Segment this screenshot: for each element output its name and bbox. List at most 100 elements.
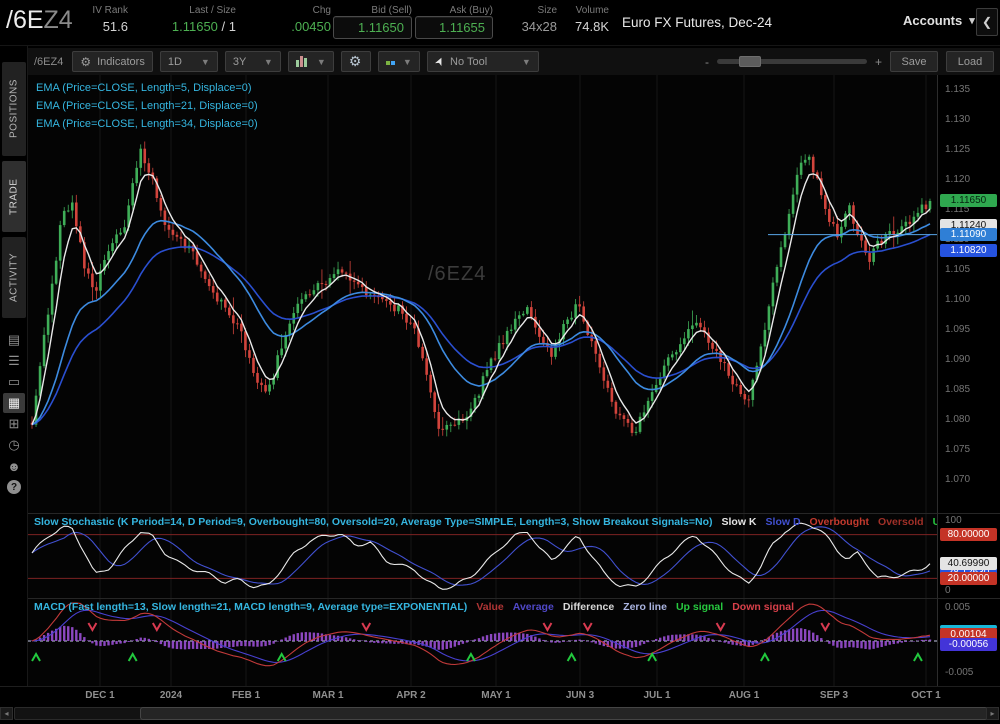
- candlestick-chart: [30, 75, 937, 513]
- price-bubble: 1.10820: [940, 244, 997, 257]
- stoch-legend-oversold: Oversold: [878, 516, 924, 528]
- size-value: 34x28: [521, 19, 557, 34]
- chg-value: .00450: [291, 19, 331, 34]
- last-qty: / 1: [221, 19, 236, 34]
- save-button[interactable]: Save: [890, 51, 938, 72]
- community-icon[interactable]: ☻: [3, 456, 25, 476]
- load-button[interactable]: Load: [946, 51, 994, 72]
- chevron-down-icon: ▼: [521, 56, 531, 67]
- timeframe-value: 1D: [167, 55, 182, 68]
- watchlist-icon[interactable]: ☰: [3, 351, 25, 371]
- up-signal-arrow: [466, 651, 476, 662]
- toolbar-symbol-label: /6EZ4: [34, 55, 64, 68]
- stochastic-axis[interactable]: 100028.1263080.0000020.0000040.69990: [937, 513, 1000, 598]
- zoom-in-button[interactable]: +: [875, 55, 882, 69]
- arrow-left-icon: ◂: [4, 709, 9, 718]
- trading-platform: /6EZ4 IV Rank 51.6 Last / Size 1.11650 /…: [0, 0, 1000, 724]
- ask-label: Ask (Buy): [449, 5, 493, 16]
- candlestick-icon: [295, 56, 307, 67]
- symbol-watermark: /6EZ4: [428, 263, 487, 285]
- last-size-label: Last / Size: [189, 5, 236, 16]
- ema-study-label-3[interactable]: EMA (Price=CLOSE, Length=34, Displace=0): [36, 115, 258, 133]
- time-axis-label: MAR 1: [312, 690, 344, 701]
- time-axis-label: APR 2: [396, 690, 426, 701]
- price-chart-panel[interactable]: EMA (Price=CLOSE, Length=5, Displace=0) E…: [28, 75, 937, 513]
- chevron-down-icon: ▾: [969, 15, 975, 27]
- sidebar-icons: ▤ ☰ ▭ ▦ ⊞ ◷ ☻?: [0, 330, 28, 497]
- scrollbar-thumb[interactable]: [140, 707, 988, 720]
- stochastic-study-label[interactable]: Slow Stochastic (K Period=14, D Period=9…: [34, 516, 713, 528]
- zoom-slider-thumb[interactable]: [738, 56, 761, 67]
- up-signal-arrow: [31, 651, 41, 662]
- chart-icon[interactable]: ▦: [3, 393, 25, 413]
- bid-label: Bid (Sell): [371, 5, 412, 16]
- ema-study-label-1[interactable]: EMA (Price=CLOSE, Length=5, Displace=0): [36, 79, 258, 97]
- chart-settings-button[interactable]: ⚙: [340, 51, 371, 72]
- sidebar-tab-activity[interactable]: ACTIVITY: [2, 237, 26, 318]
- drawing-tool-dropdown[interactable]: ➤ No Tool ▼: [426, 51, 539, 72]
- collapse-panel-button[interactable]: ❮: [976, 8, 998, 36]
- price-axis-tick: 1.100: [945, 294, 971, 305]
- quote-header: /6EZ4 IV Rank 51.6 Last / Size 1.11650 /…: [0, 0, 1000, 46]
- macd-bubble: -0.00056: [940, 638, 997, 651]
- accounts-dropdown[interactable]: Accounts ▾: [903, 13, 975, 28]
- macd-legend-zero-line: Zero line: [623, 601, 667, 613]
- chevron-down-icon: ▼: [402, 56, 412, 67]
- timeframe-dropdown[interactable]: 1D ▼: [159, 51, 218, 72]
- price-bubble: 1.11650: [940, 194, 997, 207]
- ema-study-label-2[interactable]: EMA (Price=CLOSE, Length=21, Displace=0): [36, 97, 258, 115]
- chevron-down-icon: ▼: [316, 56, 326, 67]
- macd-study-label[interactable]: MACD (Fast length=13, Slow length=21, MA…: [34, 601, 467, 613]
- bid-button[interactable]: 1.11650: [333, 16, 412, 39]
- left-sidebar: POSITIONS TRADE ACTIVITY ▤ ☰ ▭ ▦ ⊞ ◷ ☻?: [0, 46, 28, 724]
- last-price: 1.11650: [171, 19, 218, 34]
- study-labels: EMA (Price=CLOSE, Length=5, Displace=0) E…: [36, 79, 258, 133]
- stoch-legend-overbought: Overbought: [809, 516, 870, 528]
- flask-icon: ⚙︎: [80, 54, 92, 69]
- time-axis-label: 2024: [159, 690, 183, 701]
- ema21-line: [31, 219, 931, 426]
- macd-histogram: [30, 625, 932, 650]
- indicators-button[interactable]: ⚙︎ Indicators: [72, 51, 153, 72]
- up-signal-arrow: [760, 651, 770, 662]
- sidebar-tab-positions[interactable]: POSITIONS: [2, 62, 26, 156]
- grid-layout-icon: [385, 56, 396, 68]
- iv-rank-value: 51.6: [102, 19, 128, 34]
- layout-grid-dropdown[interactable]: ▼: [377, 51, 420, 72]
- history-icon[interactable]: ◷: [3, 435, 25, 455]
- range-dropdown[interactable]: 3Y ▼: [224, 51, 281, 72]
- price-axis-tick: 1.080: [945, 414, 971, 425]
- stoch-legend-slow-d: Slow D: [765, 516, 801, 528]
- macd-legend-value: Value: [476, 601, 504, 613]
- screener-icon[interactable]: ▭: [3, 372, 25, 392]
- stochastic-panel[interactable]: Slow Stochastic (K Period=14, D Period=9…: [28, 513, 937, 598]
- help-icon[interactable]: ?: [7, 480, 21, 494]
- ask-button[interactable]: 1.11655: [415, 16, 493, 39]
- price-axis[interactable]: 1.1351.1301.1251.1201.1151.1101.1051.100…: [937, 75, 1000, 513]
- zoom-slider[interactable]: [716, 56, 867, 67]
- macd-axis[interactable]: 0.005 -0.005 0.00104 -0.00056: [937, 598, 1000, 686]
- down-signal-arrow: [87, 622, 98, 633]
- cursor-icon: ➤: [432, 54, 448, 69]
- sidebar-tab-trade[interactable]: TRADE: [2, 161, 26, 232]
- stoch-bubble: 20.00000: [940, 572, 997, 585]
- chart-type-dropdown[interactable]: ▼: [287, 51, 334, 72]
- iv-rank-label: IV Rank: [92, 5, 128, 16]
- time-axis-label: JUN 3: [565, 690, 595, 701]
- chart-scrollbar: ◂ ▸: [0, 703, 1000, 724]
- range-value: 3Y: [232, 55, 247, 68]
- orders-icon[interactable]: ▤: [3, 330, 25, 350]
- apps-grid-icon[interactable]: ⊞: [3, 414, 25, 434]
- stochastic-legend: Slow KSlow DOverboughtOversoldUp SignalD…: [722, 516, 937, 528]
- macd-axis-label: -0.005: [945, 667, 974, 678]
- scroll-right-button[interactable]: ▸: [986, 707, 999, 720]
- time-axis[interactable]: DEC 1 2024 FEB 1 MAR 1 APR 2 MAY 1 JUN 3 JUL 1 A…: [0, 686, 1000, 703]
- scroll-left-button[interactable]: ◂: [0, 707, 13, 720]
- zoom-out-button[interactable]: -: [705, 55, 709, 69]
- macd-panel[interactable]: MACD (Fast length=13, Slow length=21, MA…: [28, 598, 937, 686]
- stoch-legend-up-signal: Up Signal: [933, 516, 937, 528]
- time-axis-label: SEP 3: [819, 690, 849, 701]
- up-signal-arrow: [913, 651, 923, 662]
- down-signal-arrow: [715, 622, 726, 633]
- sidebar-tabs: POSITIONS TRADE ACTIVITY: [0, 62, 28, 318]
